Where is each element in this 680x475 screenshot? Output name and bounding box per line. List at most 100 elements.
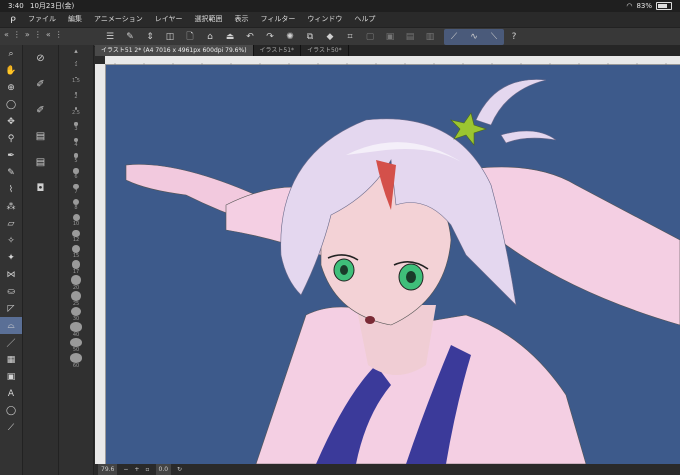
color-picker-icon[interactable]: ⊕ — [0, 79, 22, 96]
menu-filter[interactable]: フィルター — [261, 12, 296, 27]
balloon-icon[interactable]: ◯ — [0, 402, 22, 419]
brush-size-label: 8 — [74, 205, 78, 212]
zoom-icon[interactable]: ⌕ — [0, 45, 22, 62]
grip-icon-3[interactable]: ⋮ — [55, 30, 63, 39]
tab-canvas-2[interactable]: イラスト51* — [254, 45, 302, 56]
lasso-icon[interactable]: ◯ — [0, 96, 22, 113]
loading-icon[interactable]: ✺ — [280, 29, 300, 45]
brush-size-item[interactable]: 8 — [59, 197, 93, 213]
help-icon[interactable]: ? — [504, 29, 524, 45]
collapse-right-icon[interactable]: » — [25, 30, 30, 39]
brush-size-item[interactable]: 6 — [59, 166, 93, 182]
pen-icon[interactable]: ✒ — [0, 147, 22, 164]
brush-icon[interactable]: ⌇ — [0, 181, 22, 198]
ribbon-icon[interactable]: ⋈ — [0, 266, 22, 283]
sparkle-icon[interactable]: ✦ — [0, 249, 22, 266]
text-icon[interactable]: A — [0, 385, 22, 402]
grip-icon[interactable]: ⋮ — [13, 30, 21, 39]
brush-size-dot — [72, 229, 80, 238]
frame-icon[interactable]: ▣ — [0, 368, 22, 385]
edit-icon[interactable]: ✎ — [120, 29, 140, 45]
undo-icon[interactable]: ↶ — [240, 29, 260, 45]
fill-icon[interactable]: ◆ — [320, 29, 340, 45]
brush-size-item[interactable]: 50 — [59, 337, 93, 353]
brush-size-item[interactable]: 20 — [59, 275, 93, 291]
hamburger-menu-icon[interactable]: ☰ — [100, 29, 120, 45]
brush-size-item[interactable]: 4 — [59, 135, 93, 151]
sub-tool-pen-a-icon[interactable]: ✐ — [23, 71, 58, 97]
ruler-icon[interactable]: ⌓ — [0, 317, 22, 334]
drawing-canvas[interactable] — [106, 65, 680, 464]
menu-window[interactable]: ウィンドウ — [307, 12, 342, 27]
open-folder-icon[interactable]: ⌂ — [200, 29, 220, 45]
move-icon[interactable]: ✥ — [0, 113, 22, 130]
brush-size-item[interactable]: 1 — [59, 57, 93, 73]
toggle-icon[interactable]: ⇕ — [140, 29, 160, 45]
sub-tool-camera-icon[interactable]: ◘ — [23, 175, 58, 201]
pencil-icon[interactable]: ✎ — [0, 164, 22, 181]
zoom-out-icon[interactable]: − — [123, 464, 128, 475]
pen-curve-icon[interactable]: ∿ — [464, 29, 484, 45]
transform-icon[interactable]: ⧉ — [300, 29, 320, 45]
brush-size-item[interactable]: 17 — [59, 260, 93, 276]
fit-icon[interactable]: ▫ — [145, 464, 149, 475]
illustration-artwork — [125, 79, 680, 464]
brush-size-item[interactable]: 7 — [59, 182, 93, 198]
brush-size-label: 2.5 — [72, 109, 80, 116]
menu-edit[interactable]: 編集 — [68, 12, 82, 27]
brush-size-item[interactable]: 60 — [59, 353, 93, 369]
brush-size-item[interactable]: 3 — [59, 119, 93, 135]
tab-canvas-1[interactable]: イラスト51 2* (A4 7016 x 4961px 600dpi 79.6%… — [95, 45, 254, 56]
wifi-icon: ◠ — [626, 2, 633, 10]
brush-size-item[interactable]: 2 — [59, 88, 93, 104]
sub-tool-layer-icon[interactable]: ▤ — [23, 123, 58, 149]
line-icon[interactable]: ／ — [0, 334, 22, 351]
brush-size-label: 2 — [74, 94, 78, 101]
new-file-icon[interactable]: 🗋 — [180, 29, 200, 45]
brush-size-item[interactable]: 10 — [59, 213, 93, 229]
rotation-value[interactable]: 0.0 — [155, 464, 172, 475]
gradient-icon[interactable]: ◸ — [0, 300, 22, 317]
correction-icon[interactable]: ⟋ — [0, 419, 22, 436]
brush-size-item[interactable]: 15 — [59, 244, 93, 260]
menu-animation[interactable]: アニメーション — [94, 12, 143, 27]
brush-size-item[interactable]: 5 — [59, 151, 93, 167]
hand-icon[interactable]: ✋ — [0, 62, 22, 79]
brush-size-item[interactable]: 1.5 — [59, 73, 93, 89]
collapse-left-icon[interactable]: « — [4, 30, 9, 39]
crop-icon[interactable]: ⌗ — [340, 29, 360, 45]
pen-stabilizer-icon[interactable]: ⟋ — [444, 29, 464, 45]
fill-bucket-icon[interactable]: ⛀ — [0, 283, 22, 300]
menu-view[interactable]: 表示 — [235, 12, 249, 27]
sub-tool-layer-b-icon[interactable]: ▤ — [23, 149, 58, 175]
brush-size-item[interactable]: 40 — [59, 322, 93, 338]
brush-size-label: 15 — [72, 253, 80, 260]
eraser-icon[interactable]: ▱ — [0, 215, 22, 232]
redo-icon[interactable]: ↷ — [260, 29, 280, 45]
sub-tool-pen-b-icon[interactable]: ✐ — [23, 97, 58, 123]
preview-icon[interactable]: ◫ — [160, 29, 180, 45]
menu-layer[interactable]: レイヤー — [155, 12, 183, 27]
shape-icon[interactable]: ▦ — [0, 351, 22, 368]
brush-size-item[interactable]: 12 — [59, 229, 93, 245]
menu-selection[interactable]: 選択範囲 — [195, 12, 223, 27]
blend-icon[interactable]: ✧ — [0, 232, 22, 249]
save-icon[interactable]: ⏏ — [220, 29, 240, 45]
menu-file[interactable]: ファイル — [28, 12, 56, 27]
grip-icon-2[interactable]: ⋮ — [34, 30, 42, 39]
rotate-icon[interactable]: ↻ — [177, 464, 182, 475]
eyedropper-icon[interactable]: ⚲ — [0, 130, 22, 147]
brush-size-item[interactable]: 2.5 — [59, 104, 93, 120]
disabled-icon-1: ▢ — [365, 32, 375, 42]
pen-line-icon[interactable]: ⟍ — [484, 29, 504, 45]
sub-tool-zoom-icon[interactable]: ⊘ — [23, 45, 58, 71]
zoom-in-icon[interactable]: + — [134, 464, 139, 475]
menu-help[interactable]: ヘルプ — [354, 12, 375, 27]
zoom-value[interactable]: 79.6 — [98, 464, 118, 475]
tab-canvas-3[interactable]: イラスト50* — [301, 45, 349, 56]
airbrush-icon[interactable]: ⁂ — [0, 198, 22, 215]
collapse-left-icon-2[interactable]: « — [46, 30, 51, 39]
clip-studio-logo-icon[interactable]: ᑭ — [6, 14, 20, 26]
brush-size-item[interactable]: 30 — [59, 306, 93, 322]
brush-size-item[interactable]: 25 — [59, 290, 93, 307]
